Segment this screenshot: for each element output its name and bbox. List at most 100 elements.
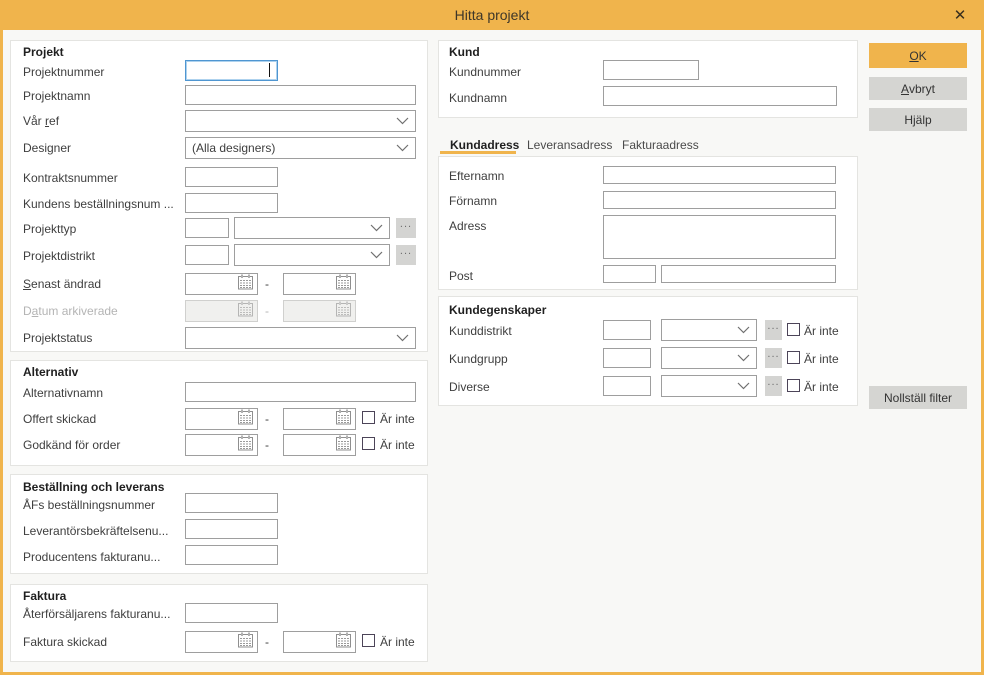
kundgrupp-ar-inte-checkbox[interactable] <box>787 351 800 364</box>
kundnummer-label: Kundnummer <box>449 65 522 79</box>
calendar-icon <box>335 274 352 295</box>
kundgrupp-browse-button[interactable]: ... <box>765 348 782 368</box>
projekttyp-code-input[interactable] <box>185 218 229 238</box>
calendar-icon <box>237 274 254 295</box>
adress-textarea[interactable] <box>603 215 836 259</box>
close-icon: ✕ <box>953 7 967 24</box>
kundgrupp-code-input[interactable] <box>603 348 651 368</box>
ar-inte-label: Är inte <box>380 412 415 426</box>
kunddistrikt-code-input[interactable] <box>603 320 651 340</box>
help-button[interactable]: Hjälp <box>869 108 967 131</box>
chevron-down-icon <box>737 354 750 362</box>
var-ref-label: Vår ref <box>23 114 60 128</box>
kundnamn-input[interactable] <box>603 86 837 106</box>
faktura-skickad-ar-inte-checkbox[interactable] <box>362 634 375 647</box>
diverse-select[interactable] <box>661 375 757 397</box>
offert-skickad-ar-inte-checkbox[interactable] <box>362 411 375 424</box>
calendar-icon <box>335 409 352 430</box>
projektstatus-label: Projektstatus <box>23 331 93 345</box>
senast-andrad-from-date[interactable] <box>185 273 258 295</box>
cancel-button[interactable]: Avbryt <box>869 77 967 100</box>
kundnummer-input[interactable] <box>603 60 699 80</box>
kunddistrikt-select[interactable] <box>661 319 757 341</box>
designer-label: Designer <box>23 141 72 155</box>
leverantorsbekraftelsenu-input[interactable] <box>185 519 278 539</box>
projekttyp-browse-button[interactable]: ... <box>396 218 416 238</box>
designer-select[interactable]: (Alla designers) <box>185 137 416 159</box>
kundadress-panel: Efternamn Förnamn Adress Post <box>438 156 858 290</box>
godkand-for-order-to-date[interactable] <box>283 434 356 456</box>
reset-filter-button[interactable]: Nollställ filter <box>869 386 967 409</box>
offert-skickad-label: Offert skickad <box>23 412 97 426</box>
calendar-icon <box>335 301 352 322</box>
aterforsaljarens-fakturanu-input[interactable] <box>185 603 278 623</box>
kunddistrikt-ar-inte-checkbox[interactable] <box>787 323 800 336</box>
ar-inte-label: Är inte <box>804 352 839 366</box>
kundnamn-label: Kundnamn <box>449 91 508 105</box>
range-separator: - <box>265 635 269 649</box>
var-ref-select[interactable] <box>185 110 416 132</box>
projektnummer-label: Projektnummer <box>23 65 105 79</box>
datum-arkiverade-from-date <box>185 300 258 322</box>
afs-bestallningsnummer-input[interactable] <box>185 493 278 513</box>
producentens-fakturanu-label: Producentens fakturanu... <box>23 550 161 564</box>
projektstatus-select[interactable] <box>185 327 416 349</box>
calendar-icon <box>237 632 254 653</box>
close-button[interactable]: ✕ <box>946 0 974 30</box>
bestallning-header: Beställning och leverans <box>23 480 165 494</box>
projektdistrikt-browse-button[interactable]: ... <box>396 245 416 265</box>
efternamn-label: Efternamn <box>449 169 505 183</box>
projektnamn-input[interactable] <box>185 85 416 105</box>
alternativ-header: Alternativ <box>23 365 79 379</box>
godkand-for-order-from-date[interactable] <box>185 434 258 456</box>
diverse-browse-button[interactable]: ... <box>765 376 782 396</box>
diverse-ar-inte-checkbox[interactable] <box>787 379 800 392</box>
fornamn-input[interactable] <box>603 191 836 209</box>
kundegenskaper-panel: Kundegenskaper Kunddistrikt ... Är inte … <box>438 296 858 406</box>
kundgrupp-select[interactable] <box>661 347 757 369</box>
tab-fakturaadress[interactable]: Fakturaadress <box>622 138 699 152</box>
projektdistrikt-code-input[interactable] <box>185 245 229 265</box>
kunddistrikt-browse-button[interactable]: ... <box>765 320 782 340</box>
projektdistrikt-label: Projektdistrikt <box>23 249 96 263</box>
alternativnamn-label: Alternativnamn <box>23 386 104 400</box>
chevron-down-icon <box>737 382 750 390</box>
tab-leveransadress[interactable]: Leveransadress <box>527 138 612 152</box>
tab-kundadress[interactable]: Kundadress <box>450 138 519 152</box>
producentens-fakturanu-input[interactable] <box>185 545 278 565</box>
fornamn-label: Förnamn <box>449 194 498 208</box>
senast-andrad-to-date[interactable] <box>283 273 356 295</box>
post-label: Post <box>449 269 474 283</box>
faktura-skickad-to-date[interactable] <box>283 631 356 653</box>
faktura-panel: Faktura Återförsäljarens fakturanu... Fa… <box>10 584 428 662</box>
kundens-bestallningsnum-input[interactable] <box>185 193 278 213</box>
offert-skickad-to-date[interactable] <box>283 408 356 430</box>
postnummer-input[interactable] <box>603 265 656 283</box>
calendar-icon <box>237 435 254 456</box>
postort-input[interactable] <box>661 265 836 283</box>
offert-skickad-from-date[interactable] <box>185 408 258 430</box>
kundens-bestallningsnum-label: Kundens beställningsnum ... <box>23 197 174 211</box>
kundegenskaper-header: Kundegenskaper <box>449 303 547 317</box>
range-separator: - <box>265 438 269 452</box>
ar-inte-label: Är inte <box>380 438 415 452</box>
chevron-down-icon <box>396 334 409 342</box>
title-bar: Hitta projekt <box>0 0 984 30</box>
chevron-down-icon <box>370 251 383 259</box>
alternativnamn-input[interactable] <box>185 382 416 402</box>
hitta-projekt-dialog: { "window": { "title": "Hitta projekt" }… <box>0 0 984 681</box>
chevron-down-icon <box>396 117 409 125</box>
calendar-icon <box>237 301 254 322</box>
ok-button[interactable]: OK <box>869 43 967 68</box>
kontraktsnummer-input[interactable] <box>185 167 278 187</box>
godkand-for-order-ar-inte-checkbox[interactable] <box>362 437 375 450</box>
faktura-header: Faktura <box>23 589 67 603</box>
diverse-label: Diverse <box>449 380 490 394</box>
diverse-code-input[interactable] <box>603 376 651 396</box>
faktura-skickad-from-date[interactable] <box>185 631 258 653</box>
efternamn-input[interactable] <box>603 166 836 184</box>
datum-arkiverade-label: Datum arkiverade <box>23 304 118 318</box>
projekttyp-select[interactable] <box>234 217 390 239</box>
projektnummer-input[interactable] <box>185 60 278 81</box>
projektdistrikt-select[interactable] <box>234 244 390 266</box>
